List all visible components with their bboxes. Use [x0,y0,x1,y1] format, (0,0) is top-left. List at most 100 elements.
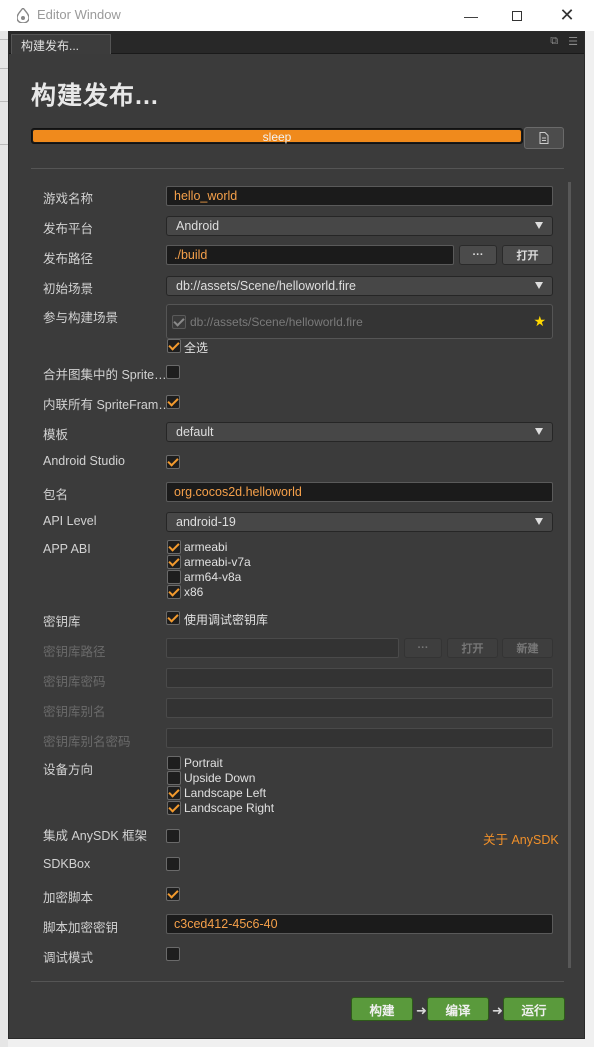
package-input[interactable]: org.cocos2d.helloworld [166,482,553,502]
game-name-input[interactable]: hello_world [166,186,553,206]
keystore-path-label: 密钥库路径 [43,645,106,659]
platform-label: 发布平台 [43,222,94,236]
keystore-alias-label: 密钥库别名 [43,705,106,719]
keystore-path-input[interactable] [166,638,399,658]
keystore-label: 密钥库 [43,615,81,629]
app-abi-label: APP ABI [43,542,91,556]
merge-sprite-checkbox[interactable] [166,365,180,379]
arrow-right-icon: ➜ [492,1003,503,1018]
scene-checkbox [172,315,186,329]
abi-checkbox-armeabi-v7a[interactable] [167,555,181,569]
dropdown-arrow-icon [535,428,543,435]
template-label: 模板 [43,428,69,442]
abi-checkbox-armeabi[interactable] [167,540,181,554]
orientation-checkbox-landscape-right[interactable] [167,801,181,815]
dropdown-arrow-icon [535,282,543,289]
keystore-password-label: 密钥库密码 [43,675,106,689]
keystore-open-button[interactable]: 打开 [447,638,498,658]
arrow-right-icon: ➜ [416,1003,427,1018]
platform-select[interactable]: Android [166,216,553,236]
orientation-checkbox-portrait[interactable] [167,756,181,770]
abi-checkbox-x86[interactable] [167,585,181,599]
progress-status: sleep [262,130,292,144]
keystore-new-button[interactable]: 新建 [502,638,553,658]
orientation-label-landscape-right: Landscape Right [184,801,275,815]
orientation-label-upside-down: Upside Down [184,771,256,785]
maximize-button[interactable] [494,0,540,31]
build-scenes-list: db://assets/Scene/helloworld.fire ★ [166,304,553,339]
editor-window: 构建发布... ⧉ ☰ 构建发布... sleep 游戏名称 hello_wor… [8,31,585,1039]
api-level-value: android-19 [176,515,236,529]
start-scene-select[interactable]: db://assets/Scene/helloworld.fire [166,276,553,296]
anysdk-label: 集成 AnySDK 框架 [43,829,148,843]
tab-build[interactable]: 构建发布... [11,34,111,54]
window-title: Editor Window [37,7,121,22]
encrypt-script-checkbox[interactable] [166,887,180,901]
template-value: default [176,425,214,439]
abi-label-arm64-v8a: arm64-v8a [184,570,242,584]
menu-icon[interactable]: ☰ [568,35,578,48]
abi-checkbox-arm64-v8a[interactable] [167,570,181,584]
build-path-browse-button[interactable]: ··· [459,245,497,265]
alias-password-input[interactable] [166,728,553,748]
dropdown-arrow-icon [535,222,543,229]
footer-divider [31,981,564,982]
background-window-strip [0,31,8,1047]
alias-password-label: 密钥库别名密码 [43,735,131,749]
build-button[interactable]: 构建 [351,997,413,1021]
package-label: 包名 [43,488,69,502]
minimize-button[interactable]: — [448,0,494,31]
sdkbox-label: SDKBox [43,857,91,871]
log-file-icon [539,132,549,144]
inline-sprite-label: 内联所有 SpriteFram… [43,398,171,412]
orientation-checkbox-landscape-left[interactable] [167,786,181,800]
run-button[interactable]: 运行 [503,997,565,1021]
abi-label-armeabi-v7a: armeabi-v7a [184,555,251,569]
scrollbar[interactable] [568,182,571,968]
anysdk-checkbox[interactable] [166,829,180,843]
build-path-open-button[interactable]: 打开 [502,245,553,265]
cocos-logo-icon [17,8,29,23]
build-path-input[interactable]: ./build [166,245,454,265]
api-level-select[interactable]: android-19 [166,512,553,532]
maximize-icon [512,10,522,21]
keystore-alias-input[interactable] [166,698,553,718]
keystore-password-input[interactable] [166,668,553,688]
debug-mode-label: 调试模式 [43,951,94,965]
orientation-label: 设备方向 [43,763,94,777]
start-scene-star-icon: ★ [533,313,546,329]
select-all-label: 全选 [184,341,209,355]
keystore-browse-button[interactable]: ··· [404,638,442,658]
minimize-icon: — [464,7,478,24]
build-scenes-label: 参与构建场景 [43,311,119,325]
android-studio-label: Android Studio [43,454,126,468]
android-studio-checkbox[interactable] [166,455,180,469]
template-select[interactable]: default [166,422,553,442]
close-button[interactable]: ✕ [540,0,594,31]
title-bar: Editor Window — ✕ [0,0,594,31]
about-anysdk-link[interactable]: 关于 AnySDK [483,829,559,848]
compile-button[interactable]: 编译 [427,997,489,1021]
sdkbox-checkbox[interactable] [166,857,180,871]
abi-label-armeabi: armeabi [184,540,228,554]
inline-sprite-checkbox[interactable] [166,395,180,409]
api-level-label: API Level [43,514,97,528]
encrypt-script-label: 加密脚本 [43,891,94,905]
merge-sprite-label: 合并图集中的 Sprite… [43,368,167,382]
debug-keystore-checkbox[interactable] [166,611,180,625]
orientation-label-portrait: Portrait [184,756,223,770]
abi-label-x86: x86 [184,585,204,599]
game-name-label: 游戏名称 [43,192,94,206]
open-log-button[interactable] [524,127,564,149]
orientation-label-landscape-left: Landscape Left [184,786,267,800]
platform-value: Android [176,219,220,233]
debug-mode-checkbox[interactable] [166,947,180,961]
build-progress-bar: sleep [31,128,523,144]
dropdown-arrow-icon [535,518,543,525]
encrypt-key-input[interactable]: c3ced412-45c6-40 [166,914,553,934]
page-title: 构建发布... [31,82,159,110]
popout-icon[interactable]: ⧉ [550,35,558,48]
select-all-checkbox[interactable] [167,339,181,353]
close-icon: ✕ [559,5,575,25]
orientation-checkbox-upside-down[interactable] [167,771,181,785]
